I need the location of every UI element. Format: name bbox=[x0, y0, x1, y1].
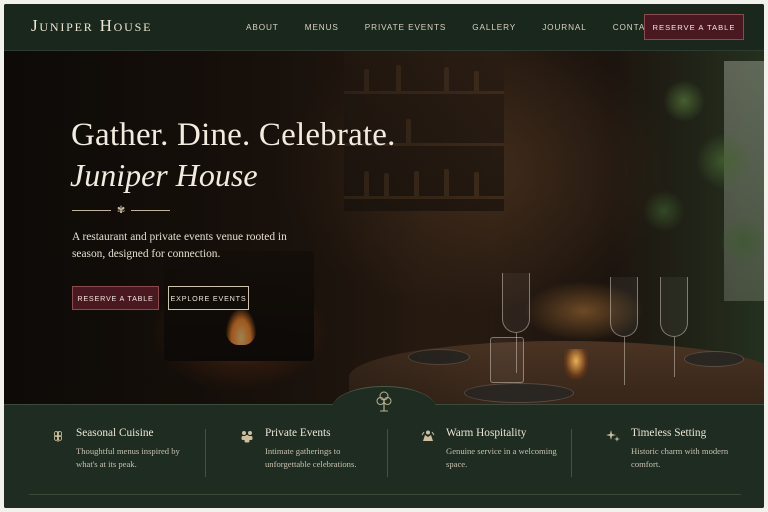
feature-title: Timeless Setting bbox=[631, 427, 707, 439]
nav-links: ABOUT MENUS PRIVATE EVENTS GALLERY JOURN… bbox=[246, 4, 684, 51]
feature-description: Historic charm with modern comfort. bbox=[631, 446, 729, 469]
nav-link-menus[interactable]: MENUS bbox=[305, 23, 339, 32]
explore-events-button[interactable]: EXPLORE EVENTS bbox=[168, 286, 249, 310]
people-icon bbox=[241, 431, 253, 443]
nav-link-gallery[interactable]: GALLERY bbox=[472, 23, 516, 32]
footer-rule bbox=[29, 494, 741, 495]
hero-section: Gather. Dine. Celebrate. Juniper House ✾… bbox=[4, 51, 764, 406]
hero-venue-name: Juniper House bbox=[70, 157, 258, 193]
nav-link-journal[interactable]: JOURNAL bbox=[542, 23, 587, 32]
reserve-table-button[interactable]: RESERVE A TABLE bbox=[72, 286, 159, 310]
fleuron-icon: ✾ bbox=[116, 204, 126, 216]
hospitality-icon bbox=[421, 430, 435, 441]
ornament-line bbox=[131, 209, 171, 211]
feature-description: Genuine service in a welcoming space. bbox=[446, 446, 557, 469]
page-frame: Juniper House ABOUT MENUS PRIVATE EVENTS… bbox=[4, 4, 764, 508]
feature-divider bbox=[205, 429, 206, 477]
hero-headline: Gather. Dine. Celebrate. bbox=[71, 117, 396, 153]
ornament-line bbox=[72, 209, 111, 211]
feature-divider bbox=[571, 429, 572, 477]
nav-link-private-events[interactable]: PRIVATE EVENTS bbox=[365, 23, 446, 32]
feature-title: Warm Hospitality bbox=[446, 427, 527, 439]
sparkle-icon bbox=[606, 430, 620, 442]
feature-title: Private Events bbox=[265, 427, 331, 439]
feature-title: Seasonal Cuisine bbox=[76, 427, 154, 439]
hero-subtitle: A restaurant and private events venue ro… bbox=[72, 231, 287, 260]
reserve-table-nav-button[interactable]: RESERVE A TABLE bbox=[644, 14, 744, 40]
nav-link-about[interactable]: ABOUT bbox=[246, 23, 279, 32]
wheat-icon bbox=[53, 430, 63, 442]
feature-divider bbox=[387, 429, 388, 477]
feature-description: Intimate gatherings to unforgettable cel… bbox=[265, 446, 357, 469]
top-navigation: Juniper House ABOUT MENUS PRIVATE EVENTS… bbox=[4, 4, 764, 51]
feature-description: Thoughtful menus inspired by what's at i… bbox=[76, 446, 180, 469]
hero-ornament-divider: ✾ bbox=[72, 203, 171, 217]
brand-logo[interactable]: Juniper House bbox=[31, 16, 152, 36]
tree-icon bbox=[376, 391, 392, 412]
